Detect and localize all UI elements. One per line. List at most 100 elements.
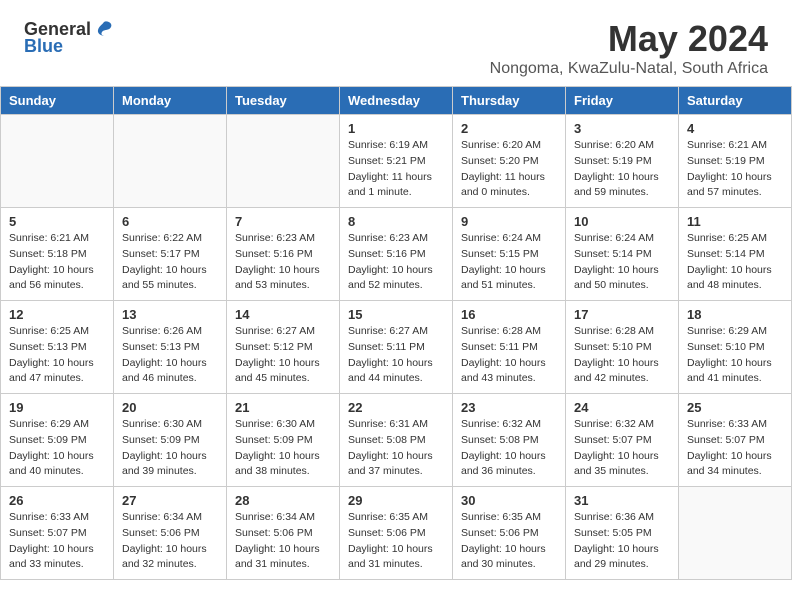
- day-info: Sunrise: 6:30 AM Sunset: 5:09 PM Dayligh…: [122, 417, 218, 480]
- title-section: May 2024 Nongoma, KwaZulu-Natal, South A…: [490, 18, 768, 78]
- day-number: 19: [9, 400, 105, 415]
- calendar-cell: 23 Sunrise: 6:32 AM Sunset: 5:08 PM Dayli…: [453, 394, 566, 487]
- day-info: Sunrise: 6:20 AM Sunset: 5:19 PM Dayligh…: [574, 138, 670, 201]
- calendar-week-2: 5 Sunrise: 6:21 AM Sunset: 5:18 PM Daylig…: [1, 208, 792, 301]
- day-number: 11: [687, 214, 783, 229]
- day-number: 2: [461, 121, 557, 136]
- day-number: 29: [348, 493, 444, 508]
- calendar-cell: 3 Sunrise: 6:20 AM Sunset: 5:19 PM Daylig…: [566, 115, 679, 208]
- calendar-cell: [679, 487, 792, 580]
- day-number: 3: [574, 121, 670, 136]
- calendar-week-3: 12 Sunrise: 6:25 AM Sunset: 5:13 PM Dayli…: [1, 301, 792, 394]
- calendar-table: SundayMondayTuesdayWednesdayThursdayFrid…: [0, 86, 792, 580]
- calendar-header-row: SundayMondayTuesdayWednesdayThursdayFrid…: [1, 87, 792, 115]
- day-number: 21: [235, 400, 331, 415]
- day-info: Sunrise: 6:24 AM Sunset: 5:14 PM Dayligh…: [574, 231, 670, 294]
- calendar-wrapper: SundayMondayTuesdayWednesdayThursdayFrid…: [0, 86, 792, 580]
- day-number: 13: [122, 307, 218, 322]
- day-number: 23: [461, 400, 557, 415]
- day-info: Sunrise: 6:22 AM Sunset: 5:17 PM Dayligh…: [122, 231, 218, 294]
- day-number: 25: [687, 400, 783, 415]
- calendar-cell: [1, 115, 114, 208]
- day-info: Sunrise: 6:32 AM Sunset: 5:08 PM Dayligh…: [461, 417, 557, 480]
- day-info: Sunrise: 6:20 AM Sunset: 5:20 PM Dayligh…: [461, 138, 557, 201]
- day-number: 10: [574, 214, 670, 229]
- logo-bird-icon: [93, 18, 115, 40]
- day-number: 20: [122, 400, 218, 415]
- day-number: 12: [9, 307, 105, 322]
- calendar-cell: 24Sunrise: 6:32 AM Sunset: 5:07 PM Dayli…: [566, 394, 679, 487]
- calendar-week-1: 1 Sunrise: 6:19 AM Sunset: 5:21 PM Daylig…: [1, 115, 792, 208]
- day-info: Sunrise: 6:29 AM Sunset: 5:09 PM Dayligh…: [9, 417, 105, 480]
- calendar-cell: 10 Sunrise: 6:24 AM Sunset: 5:14 PM Dayli…: [566, 208, 679, 301]
- day-header-friday: Friday: [566, 87, 679, 115]
- day-info: Sunrise: 6:27 AM Sunset: 5:12 PM Dayligh…: [235, 324, 331, 387]
- day-info: Sunrise: 6:21 AM Sunset: 5:19 PM Dayligh…: [687, 138, 783, 201]
- calendar-cell: 15 Sunrise: 6:27 AM Sunset: 5:11 PM Dayli…: [340, 301, 453, 394]
- day-info: Sunrise: 6:30 AM Sunset: 5:09 PM Dayligh…: [235, 417, 331, 480]
- day-info: Sunrise: 6:19 AM Sunset: 5:21 PM Dayligh…: [348, 138, 444, 201]
- day-number: 15: [348, 307, 444, 322]
- day-number: 22: [348, 400, 444, 415]
- main-title: May 2024: [490, 18, 768, 60]
- day-header-sunday: Sunday: [1, 87, 114, 115]
- day-header-thursday: Thursday: [453, 87, 566, 115]
- calendar-cell: 13Sunrise: 6:26 AM Sunset: 5:13 PM Dayli…: [114, 301, 227, 394]
- day-number: 24: [574, 400, 670, 415]
- day-number: 5: [9, 214, 105, 229]
- calendar-cell: 16 Sunrise: 6:28 AM Sunset: 5:11 PM Dayli…: [453, 301, 566, 394]
- calendar-cell: 26Sunrise: 6:33 AM Sunset: 5:07 PM Dayli…: [1, 487, 114, 580]
- logo: General Blue: [24, 18, 115, 57]
- day-number: 17: [574, 307, 670, 322]
- calendar-cell: 17 Sunrise: 6:28 AM Sunset: 5:10 PM Dayli…: [566, 301, 679, 394]
- day-number: 31: [574, 493, 670, 508]
- logo-blue-text: Blue: [24, 36, 63, 57]
- calendar-cell: 14 Sunrise: 6:27 AM Sunset: 5:12 PM Dayli…: [227, 301, 340, 394]
- day-info: Sunrise: 6:35 AM Sunset: 5:06 PM Dayligh…: [461, 510, 557, 573]
- day-header-tuesday: Tuesday: [227, 87, 340, 115]
- day-header-monday: Monday: [114, 87, 227, 115]
- calendar-cell: 20 Sunrise: 6:30 AM Sunset: 5:09 PM Dayli…: [114, 394, 227, 487]
- day-number: 18: [687, 307, 783, 322]
- calendar-cell: 29 Sunrise: 6:35 AM Sunset: 5:06 PM Dayli…: [340, 487, 453, 580]
- calendar-cell: 1 Sunrise: 6:19 AM Sunset: 5:21 PM Daylig…: [340, 115, 453, 208]
- calendar-cell: 8Sunrise: 6:23 AM Sunset: 5:16 PM Daylig…: [340, 208, 453, 301]
- day-header-wednesday: Wednesday: [340, 87, 453, 115]
- calendar-cell: 18Sunrise: 6:29 AM Sunset: 5:10 PM Dayli…: [679, 301, 792, 394]
- header: General Blue May 2024 Nongoma, KwaZulu-N…: [0, 0, 792, 86]
- day-number: 1: [348, 121, 444, 136]
- day-number: 16: [461, 307, 557, 322]
- day-number: 28: [235, 493, 331, 508]
- calendar-cell: 7 Sunrise: 6:23 AM Sunset: 5:16 PM Daylig…: [227, 208, 340, 301]
- calendar-cell: 25 Sunrise: 6:33 AM Sunset: 5:07 PM Dayli…: [679, 394, 792, 487]
- day-info: Sunrise: 6:28 AM Sunset: 5:11 PM Dayligh…: [461, 324, 557, 387]
- day-info: Sunrise: 6:28 AM Sunset: 5:10 PM Dayligh…: [574, 324, 670, 387]
- day-number: 14: [235, 307, 331, 322]
- day-number: 30: [461, 493, 557, 508]
- calendar-week-5: 26Sunrise: 6:33 AM Sunset: 5:07 PM Dayli…: [1, 487, 792, 580]
- calendar-cell: 28 Sunrise: 6:34 AM Sunset: 5:06 PM Dayli…: [227, 487, 340, 580]
- day-info: Sunrise: 6:31 AM Sunset: 5:08 PM Dayligh…: [348, 417, 444, 480]
- day-info: Sunrise: 6:21 AM Sunset: 5:18 PM Dayligh…: [9, 231, 105, 294]
- calendar-cell: 19 Sunrise: 6:29 AM Sunset: 5:09 PM Dayli…: [1, 394, 114, 487]
- day-info: Sunrise: 6:34 AM Sunset: 5:06 PM Dayligh…: [235, 510, 331, 573]
- day-number: 8: [348, 214, 444, 229]
- day-header-saturday: Saturday: [679, 87, 792, 115]
- day-number: 9: [461, 214, 557, 229]
- day-info: Sunrise: 6:27 AM Sunset: 5:11 PM Dayligh…: [348, 324, 444, 387]
- day-number: 7: [235, 214, 331, 229]
- day-info: Sunrise: 6:23 AM Sunset: 5:16 PM Dayligh…: [235, 231, 331, 294]
- sub-title: Nongoma, KwaZulu-Natal, South Africa: [490, 60, 768, 78]
- day-info: Sunrise: 6:25 AM Sunset: 5:13 PM Dayligh…: [9, 324, 105, 387]
- calendar-week-4: 19 Sunrise: 6:29 AM Sunset: 5:09 PM Dayli…: [1, 394, 792, 487]
- calendar-cell: 22 Sunrise: 6:31 AM Sunset: 5:08 PM Dayli…: [340, 394, 453, 487]
- day-info: Sunrise: 6:36 AM Sunset: 5:05 PM Dayligh…: [574, 510, 670, 573]
- calendar-cell: 12 Sunrise: 6:25 AM Sunset: 5:13 PM Dayli…: [1, 301, 114, 394]
- day-info: Sunrise: 6:25 AM Sunset: 5:14 PM Dayligh…: [687, 231, 783, 294]
- day-number: 26: [9, 493, 105, 508]
- day-number: 4: [687, 121, 783, 136]
- calendar-cell: 30 Sunrise: 6:35 AM Sunset: 5:06 PM Dayli…: [453, 487, 566, 580]
- day-info: Sunrise: 6:35 AM Sunset: 5:06 PM Dayligh…: [348, 510, 444, 573]
- day-info: Sunrise: 6:33 AM Sunset: 5:07 PM Dayligh…: [687, 417, 783, 480]
- calendar-cell: 6Sunrise: 6:22 AM Sunset: 5:17 PM Daylig…: [114, 208, 227, 301]
